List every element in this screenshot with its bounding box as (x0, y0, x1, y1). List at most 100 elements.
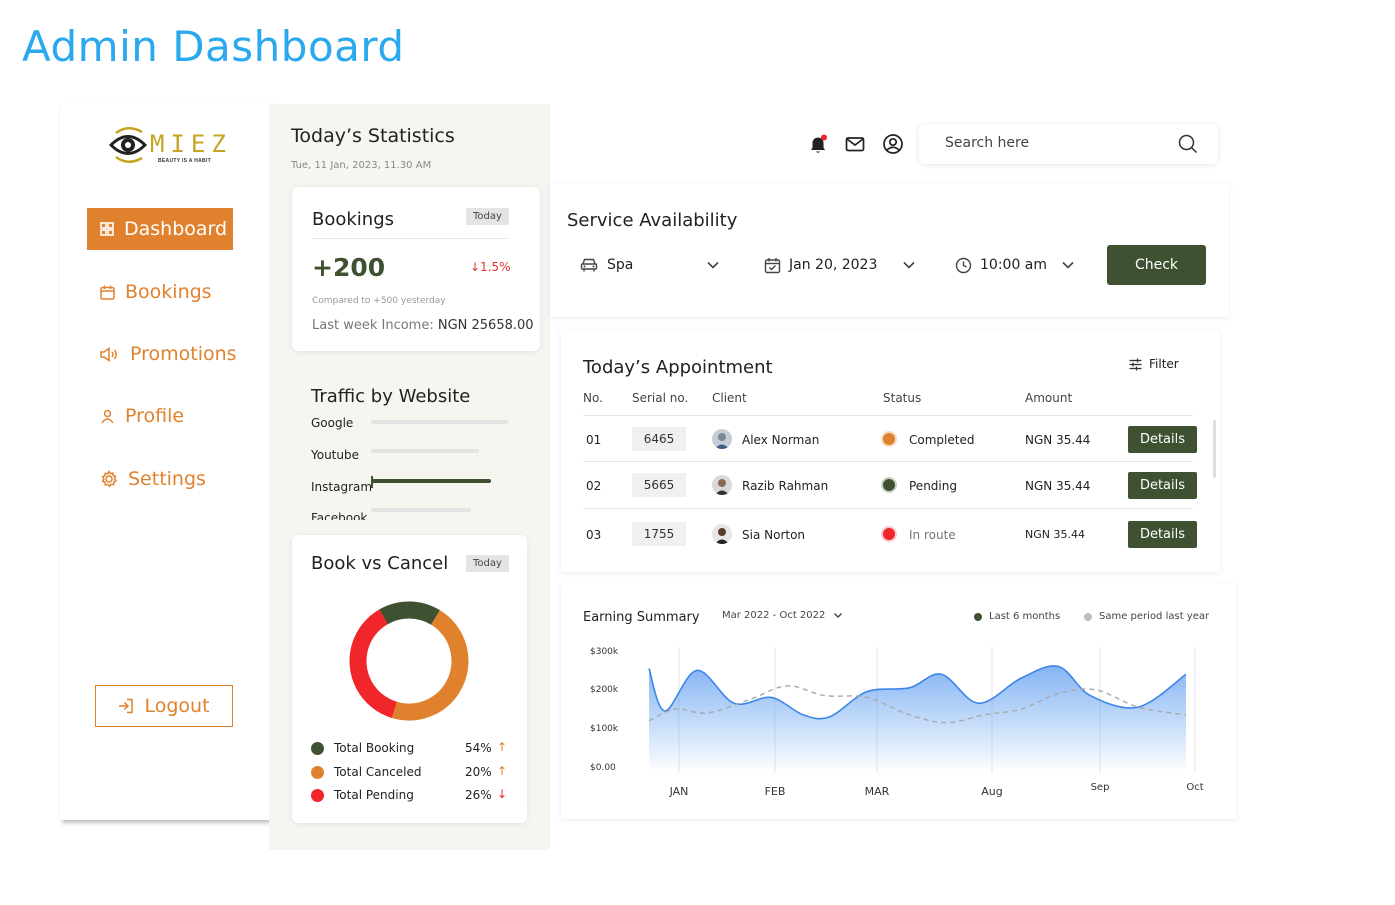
traffic-bar-google (371, 420, 508, 424)
column-header-amount[interactable]: Amount (1025, 391, 1072, 405)
sidebar-item-label: Settings (128, 468, 206, 490)
column-header-client[interactable]: Client (712, 391, 747, 405)
row-status: Completed (909, 433, 975, 447)
earning-chart (648, 647, 1196, 773)
brand-name: MIEZ (150, 130, 232, 158)
donut-chart (349, 601, 469, 721)
column-header-no[interactable]: No. (583, 391, 603, 405)
time-picker[interactable]: 10:00 am (955, 254, 1075, 276)
appointments-card: Today’s Appointment Filter No. Serial no… (561, 330, 1220, 572)
row-serial: 6465 (632, 427, 686, 451)
sidebar-item-profile[interactable]: Profile (87, 395, 233, 437)
income-label: Last week Income: (312, 318, 434, 333)
bookings-card: Bookings Today +200 ↓1.5% Compared to +5… (292, 187, 540, 351)
bookings-value: +200 (312, 253, 386, 282)
x-tick-label: MAR (864, 785, 890, 798)
bookings-compare: Compared to +500 yesterday (312, 296, 446, 306)
column-header-status[interactable]: Status (883, 391, 921, 405)
legend-label: Total Booking (334, 741, 415, 755)
brand-logo[interactable]: MIEZ BEAUTY IS A HABIT (108, 124, 228, 168)
chevron-down-icon (707, 261, 719, 269)
legend-pct: 26% (465, 788, 492, 802)
service-title: Service Availability (567, 210, 738, 231)
calendar-check-icon (764, 257, 781, 273)
megaphone-icon (100, 346, 117, 362)
x-tick-label: Sep (1090, 782, 1110, 793)
sidebar-item-label: Profile (125, 405, 185, 427)
logout-icon (119, 698, 134, 714)
details-button[interactable]: Details (1128, 472, 1197, 499)
eye-logo-icon (108, 127, 148, 163)
calendar-icon (100, 285, 115, 300)
traffic-site-label: Facebook (311, 511, 368, 520)
row-status: In route (909, 528, 956, 542)
stats-title: Today’s Statistics (291, 125, 455, 147)
traffic-bar-facebook (371, 508, 471, 512)
row-amount: NGN 35.44 (1025, 528, 1085, 541)
sidebar-item-label: Bookings (125, 281, 212, 303)
row-serial: 1755 (632, 522, 686, 546)
legend-label: Total Canceled (334, 765, 422, 779)
bell-icon (811, 134, 827, 153)
details-button[interactable]: Details (1128, 426, 1197, 453)
sidebar-item-promotions[interactable]: Promotions (87, 333, 237, 375)
gear-icon (101, 470, 118, 488)
check-button[interactable]: Check (1107, 245, 1206, 285)
x-tick-label: Oct (1186, 782, 1204, 793)
status-dot (883, 433, 895, 445)
header-divider (583, 415, 1193, 416)
traffic-site-label: Youtube (311, 448, 359, 462)
earning-summary-card: Earning Summary Mar 2022 - Oct 2022 Last… (561, 583, 1236, 819)
sidebar-item-settings[interactable]: Settings (87, 458, 233, 500)
grid-icon (100, 222, 114, 236)
legend-dot (311, 789, 324, 802)
filter-label: Filter (1149, 357, 1179, 371)
notifications-button[interactable] (807, 133, 829, 155)
avatar (712, 524, 732, 544)
trend-down-icon: ↓ (497, 787, 508, 801)
date-picker[interactable]: Jan 20, 2023 (764, 254, 916, 276)
income-row: Last week Income: NGN 25658.00 (312, 318, 534, 333)
search-box[interactable] (919, 124, 1218, 164)
service-availability-card: Service Availability Spa Jan 20, 2023 10… (550, 183, 1229, 317)
avatar (712, 475, 732, 495)
bookings-period-tag[interactable]: Today (466, 208, 509, 225)
row-amount: NGN 35.44 (1025, 433, 1091, 447)
mail-icon (845, 137, 865, 152)
table-scrollbar[interactable] (1213, 420, 1216, 478)
time-value: 10:00 am (980, 257, 1048, 273)
x-tick-label: JAN (669, 785, 689, 798)
brand-tagline: BEAUTY IS A HABIT (158, 158, 211, 164)
row-serial: 5665 (632, 473, 686, 497)
row-divider (583, 461, 1193, 462)
car-icon (580, 258, 598, 272)
row-client: Sia Norton (742, 528, 806, 542)
row-client: Razib Rahman (742, 479, 829, 493)
x-tick-label: Aug (981, 785, 1003, 798)
trend-up-icon: ↑ (497, 740, 508, 754)
service-select[interactable]: Spa (580, 254, 720, 276)
column-header-serial[interactable]: Serial no. (632, 391, 688, 405)
legend-dot (311, 766, 324, 779)
messages-button[interactable] (844, 133, 866, 155)
sidebar-item-bookings[interactable]: Bookings (87, 271, 233, 313)
sidebar-item-dashboard[interactable]: Dashboard (87, 208, 233, 250)
search-input[interactable] (945, 135, 1165, 151)
legend-label: Total Pending (334, 788, 414, 802)
filter-button[interactable]: Filter (1129, 357, 1179, 371)
bvc-period-tag[interactable]: Today (466, 555, 509, 572)
logout-button[interactable]: Logout (95, 685, 233, 727)
legend-pct: 20% (465, 765, 492, 779)
details-button[interactable]: Details (1128, 521, 1197, 548)
account-button[interactable] (882, 133, 904, 155)
account-icon (883, 134, 903, 154)
legend-total-booking: Total Booking 54% ↑ (311, 740, 511, 757)
avatar (712, 429, 732, 449)
trend-up-icon: ↑ (497, 764, 508, 778)
x-tick-label: FEB (764, 785, 786, 798)
appointments-title: Today’s Appointment (583, 357, 773, 378)
traffic-list[interactable]: Google Youtube Instagram Facebook (290, 410, 540, 520)
traffic-bar-instagram (371, 479, 491, 483)
search-icon[interactable] (1178, 134, 1198, 154)
traffic-title: Traffic by Website (311, 386, 471, 407)
